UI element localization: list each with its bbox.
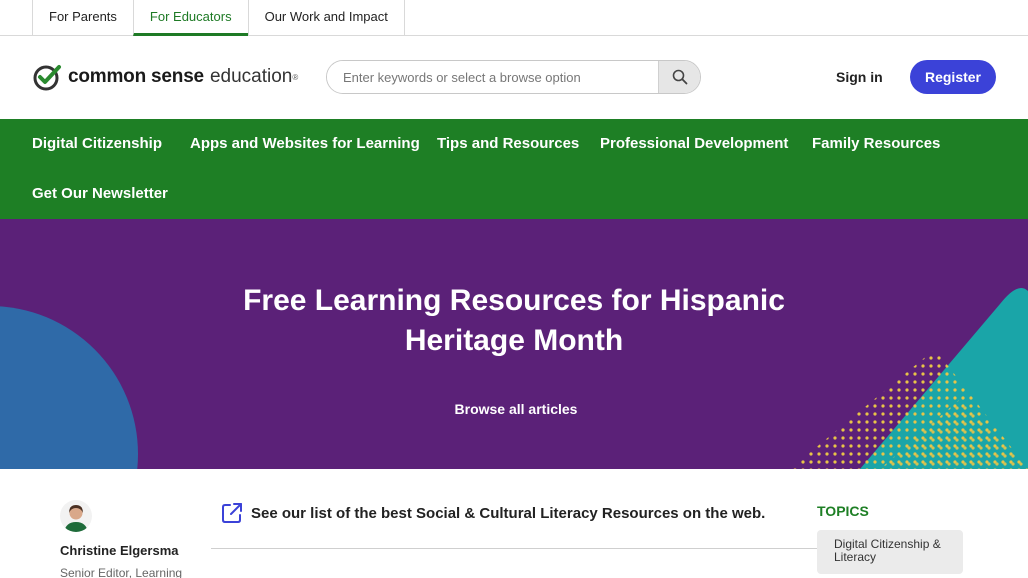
topic-chip-digital-citizenship[interactable]: Digital Citizenship & Literacy [817,530,963,574]
checkmark-circle-icon [33,65,61,91]
nav-tips-and-resources[interactable]: Tips and Resources [437,135,579,152]
hero-title: Free Learning Resources for Hispanic Her… [243,284,785,357]
avatar [60,500,92,532]
blue-circle-shape [0,306,138,469]
tab-for-educators[interactable]: For Educators [132,0,248,36]
tab-for-parents[interactable]: For Parents [32,0,133,36]
nav-professional-development[interactable]: Professional Development [600,135,788,152]
logo-product: education [209,66,293,87]
topics-heading: TOPICS [817,503,869,519]
sign-in-link[interactable]: Sign in [836,69,883,85]
see-list-link[interactable]: See our list of the best Social & Cultur… [221,502,765,524]
content-divider [211,548,818,549]
hero-banner: Free Learning Resources for Hispanic Her… [0,219,1028,469]
nav-apps-and-websites[interactable]: Apps and Websites for Learning [190,135,420,152]
search-bar [326,60,701,94]
nav-family-resources[interactable]: Family Resources [812,135,940,152]
author-role: Senior Editor, Learning [60,566,183,578]
main-nav: Digital Citizenship Apps and Websites fo… [0,119,1028,219]
nav-get-our-newsletter[interactable]: Get Our Newsletter [32,185,168,202]
search-icon [672,69,687,85]
author-name: Christine Elgersma [60,543,179,558]
register-button[interactable]: Register [910,60,996,94]
search-input[interactable] [327,61,658,93]
search-button[interactable] [658,61,700,93]
see-list-text: See our list of the best Social & Cultur… [251,504,766,522]
audience-bar: For Parents For Educators Our Work and I… [0,0,1028,36]
audience-tabs: For Parents For Educators Our Work and I… [32,0,405,36]
logo-reg-mark: ® [292,72,299,82]
site-logo[interactable]: common sense education ® [32,62,298,92]
author-card: Christine Elgersma Senior Editor, Learni… [60,500,200,578]
site-header: common sense education ® Sign in Registe… [0,36,1028,119]
tab-our-work-and-impact[interactable]: Our Work and Impact [247,0,405,36]
browse-all-articles-link[interactable]: Browse all articles [416,401,616,417]
nav-digital-citizenship[interactable]: Digital Citizenship [32,135,162,152]
logo-brand: common sense [68,66,204,87]
external-link-icon [222,503,242,523]
